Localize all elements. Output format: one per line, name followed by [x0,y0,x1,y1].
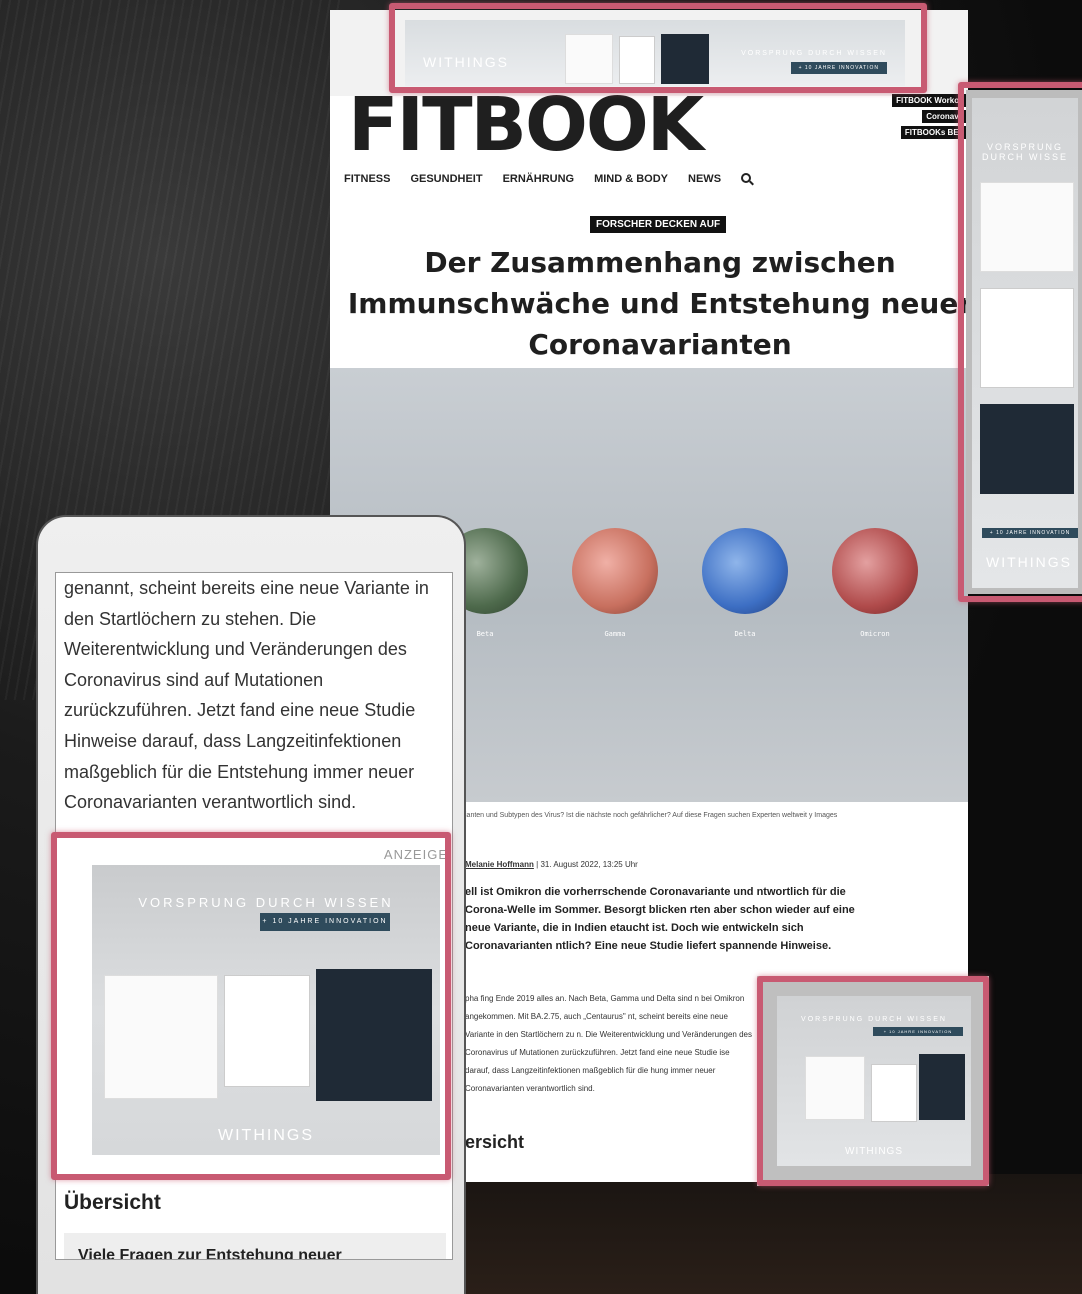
variant-label: Omicron [860,630,890,638]
quick-link[interactable]: FITBOOK Workou [892,94,968,107]
background-face [382,1174,1082,1294]
main-nav: FITNESS GESUNDHEIT ERNÄHRUNG MIND & BODY… [344,173,752,185]
variant-label: Delta [734,630,756,638]
site-logo[interactable]: FITBOOK [348,88,704,162]
variant-label: Gamma [604,630,626,638]
nav-item-ernaehrung[interactable]: ERNÄHRUNG [503,173,575,185]
virus-gamma-image [572,528,658,614]
virus-delta-image [702,528,788,614]
highlight-skyscraper-ad [958,82,1082,602]
nav-item-fitness[interactable]: FITNESS [344,173,390,185]
virus-omicron-image [832,528,918,614]
publish-date: | 31. August 2022, 13:25 Uhr [536,860,638,869]
image-caption: ianten und Subtypen des Virus? Ist die n… [465,812,838,819]
mobile-overview-heading: Übersicht [64,1191,161,1214]
nav-item-gesundheit[interactable]: GESUNDHEIT [410,173,482,185]
author-link[interactable]: Melanie Hoffmann [465,860,534,869]
nav-item-news[interactable]: NEWS [688,173,721,185]
quick-links: FITBOOK Workou Coronavir FITBOOKs BES [892,94,968,139]
highlight-top-ad [389,3,927,93]
byline: Melanie Hoffmann | 31. August 2022, 13:2… [465,860,638,869]
overview-heading: ersicht [465,1132,525,1152]
mobile-toc-box[interactable]: Viele Fragen zur Entstehung neuer [64,1233,446,1259]
highlight-mobile-ad [51,832,451,1180]
highlight-desktop-inline-ad [757,976,989,1186]
nav-item-mind-body[interactable]: MIND & BODY [594,173,668,185]
mobile-article-text: genannt, scheint bereits eine neue Varia… [64,578,429,813]
toc-first-item[interactable]: Viele Fragen zur Entstehung neuer [78,1247,342,1259]
article-headline: Der Zusammenhang zwischen Immunschwäche … [347,246,968,361]
article-body: pha fing Ende 2019 alles an. Nach Beta, … [465,994,752,1093]
search-icon[interactable] [741,173,752,183]
article-kicker: FORSCHER DECKEN AUF [590,216,727,233]
article-lead: ell ist Omikron die vorherrschende Coron… [465,886,855,952]
